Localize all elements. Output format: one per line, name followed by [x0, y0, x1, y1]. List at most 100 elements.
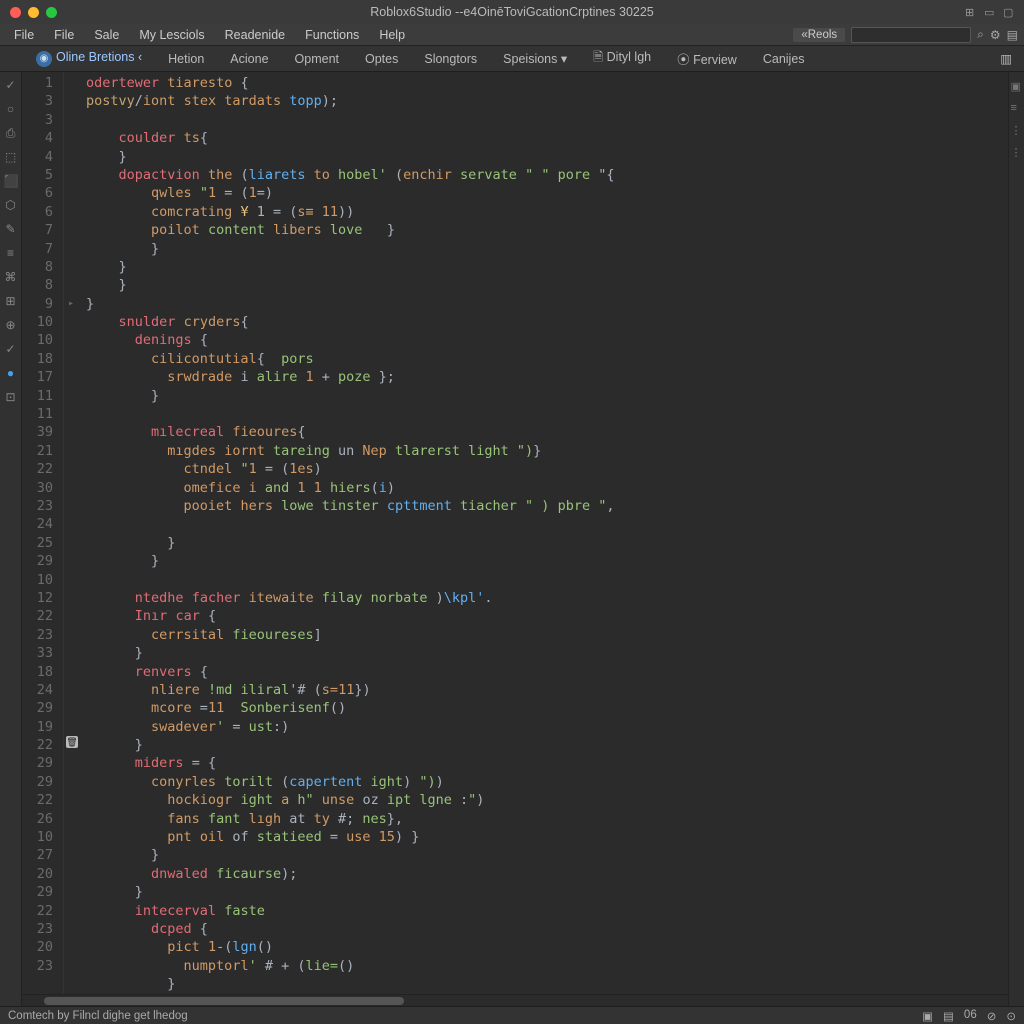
line-number[interactable]: 27 — [22, 846, 53, 864]
fold-marker[interactable] — [64, 350, 78, 368]
menu-item[interactable]: Sale — [84, 26, 129, 44]
code-line[interactable]: pooiet hers lowe tinster cpttment tiache… — [86, 497, 1008, 515]
rail-icon[interactable]: ⬡ — [4, 198, 18, 212]
right-rail-icon[interactable]: ▣ — [1011, 80, 1023, 92]
rail-icon[interactable]: ⌘ — [4, 270, 18, 284]
code-line[interactable]: fans fant lıgh at ty #; nes}, — [86, 810, 1008, 828]
line-number[interactable]: 4 — [22, 129, 53, 147]
menu-item[interactable]: Functions — [295, 26, 369, 44]
line-number[interactable]: 7 — [22, 240, 53, 258]
code-line[interactable]: } — [86, 240, 1008, 258]
toolbar-panel-icon[interactable]: ▥ — [988, 48, 1024, 69]
line-number[interactable]: 6 — [22, 184, 53, 202]
code-line[interactable]: qwles "1 = (1=) — [86, 184, 1008, 202]
title-icon[interactable]: ⊞ — [965, 6, 978, 19]
fold-marker[interactable] — [64, 129, 78, 147]
line-number[interactable]: 8 — [22, 276, 53, 294]
rail-icon[interactable]: ● — [4, 366, 18, 380]
fold-marker[interactable] — [64, 258, 78, 276]
fold-marker[interactable] — [64, 718, 78, 736]
line-number[interactable]: 19 — [22, 718, 53, 736]
code-line[interactable]: dnwaled ficaurse); — [86, 865, 1008, 883]
fold-marker[interactable] — [64, 331, 78, 349]
fold-marker[interactable] — [64, 552, 78, 570]
fold-marker[interactable] — [64, 74, 78, 92]
fold-marker[interactable] — [64, 405, 78, 423]
fold-marker[interactable] — [64, 571, 78, 589]
line-number[interactable]: 6 — [22, 203, 53, 221]
line-number[interactable]: 29 — [22, 883, 53, 901]
toolbar-tab[interactable]: Speisions ▾ — [491, 48, 579, 69]
line-number[interactable]: 17 — [22, 368, 53, 386]
line-number[interactable]: 23 — [22, 920, 53, 938]
rail-icon[interactable]: ⎙ — [4, 126, 18, 140]
code-line[interactable]: intecerval faste — [86, 902, 1008, 920]
fold-marker[interactable] — [64, 754, 78, 772]
code-line[interactable]: } — [86, 276, 1008, 294]
line-number[interactable]: 22 — [22, 902, 53, 920]
code-line[interactable]: } — [86, 883, 1008, 901]
fold-marker[interactable] — [64, 865, 78, 883]
fold-marker[interactable] — [64, 368, 78, 386]
gear-icon[interactable]: ⚙ — [990, 28, 1001, 42]
line-number[interactable]: 5 — [22, 166, 53, 184]
line-number[interactable]: 10 — [22, 828, 53, 846]
fold-marker[interactable] — [64, 626, 78, 644]
fold-marker[interactable] — [64, 442, 78, 460]
menu-item[interactable]: File — [4, 26, 44, 44]
fold-marker[interactable] — [64, 534, 78, 552]
toolbar-tab[interactable]: Hetion — [156, 49, 216, 69]
line-number[interactable]: 20 — [22, 938, 53, 956]
toolbar-tab[interactable]: Optes — [353, 49, 410, 69]
toolbar-tab[interactable]: Slongtors — [412, 49, 489, 69]
code-line[interactable]: } — [86, 534, 1008, 552]
line-number[interactable]: 3 — [22, 111, 53, 129]
code-line[interactable]: mıgdes iornt tareing un Nep tlarerst lig… — [86, 442, 1008, 460]
line-number[interactable]: 39 — [22, 423, 53, 441]
code-line[interactable]: } — [86, 148, 1008, 166]
code-line[interactable]: } — [86, 552, 1008, 570]
code-line[interactable]: coulder ts{ — [86, 129, 1008, 147]
rail-icon[interactable]: ○ — [4, 102, 18, 116]
fold-marker[interactable] — [64, 828, 78, 846]
code-line[interactable]: numptorl' # + (lie=() — [86, 957, 1008, 975]
code-line[interactable]: cerrsital fieoureses] — [86, 626, 1008, 644]
rail-icon[interactable]: ✓ — [4, 342, 18, 356]
code-line[interactable]: } — [86, 644, 1008, 662]
line-number[interactable]: 9 — [22, 295, 53, 313]
code-line[interactable]: pict 1-(lgn() — [86, 938, 1008, 956]
line-number[interactable]: 29 — [22, 773, 53, 791]
right-rail-icon[interactable]: ⋮ — [1011, 124, 1023, 136]
code-line[interactable]: odertewer tiaresto { — [86, 74, 1008, 92]
line-number[interactable]: 18 — [22, 663, 53, 681]
scrollbar-thumb[interactable] — [44, 997, 404, 1005]
fold-marker[interactable] — [64, 240, 78, 258]
line-number[interactable]: 22 — [22, 791, 53, 809]
line-number[interactable]: 10 — [22, 571, 53, 589]
code-line[interactable]: mılecreal fieoures{ — [86, 423, 1008, 441]
code-line[interactable]: } — [86, 846, 1008, 864]
code-line[interactable]: ntedhe facher itewaite filay norbate )\k… — [86, 589, 1008, 607]
code-editor[interactable]: 1334456677889101018171111392122302324252… — [22, 72, 1008, 994]
code-line[interactable]: nliere !md iliral'# (s=11}) — [86, 681, 1008, 699]
fold-marker[interactable] — [64, 681, 78, 699]
code-line[interactable]: denings { — [86, 331, 1008, 349]
fold-marker[interactable] — [64, 423, 78, 441]
line-number[interactable]: 4 — [22, 148, 53, 166]
code-line[interactable] — [86, 405, 1008, 423]
fold-marker[interactable] — [64, 846, 78, 864]
line-number[interactable]: 29 — [22, 552, 53, 570]
fold-marker[interactable] — [64, 810, 78, 828]
fold-marker[interactable] — [64, 515, 78, 533]
status-item[interactable]: ⊘ — [987, 1009, 997, 1023]
fold-marker[interactable] — [64, 791, 78, 809]
line-number[interactable]: 24 — [22, 681, 53, 699]
rail-icon[interactable]: ⊡ — [4, 390, 18, 404]
close-icon[interactable] — [10, 7, 21, 18]
rail-icon[interactable]: ⬛ — [4, 174, 18, 188]
line-number[interactable]: 23 — [22, 957, 53, 975]
code-line[interactable]: } — [86, 387, 1008, 405]
fold-marker[interactable] — [64, 589, 78, 607]
code-line[interactable] — [86, 571, 1008, 589]
status-item[interactable]: 06 — [964, 1009, 977, 1023]
